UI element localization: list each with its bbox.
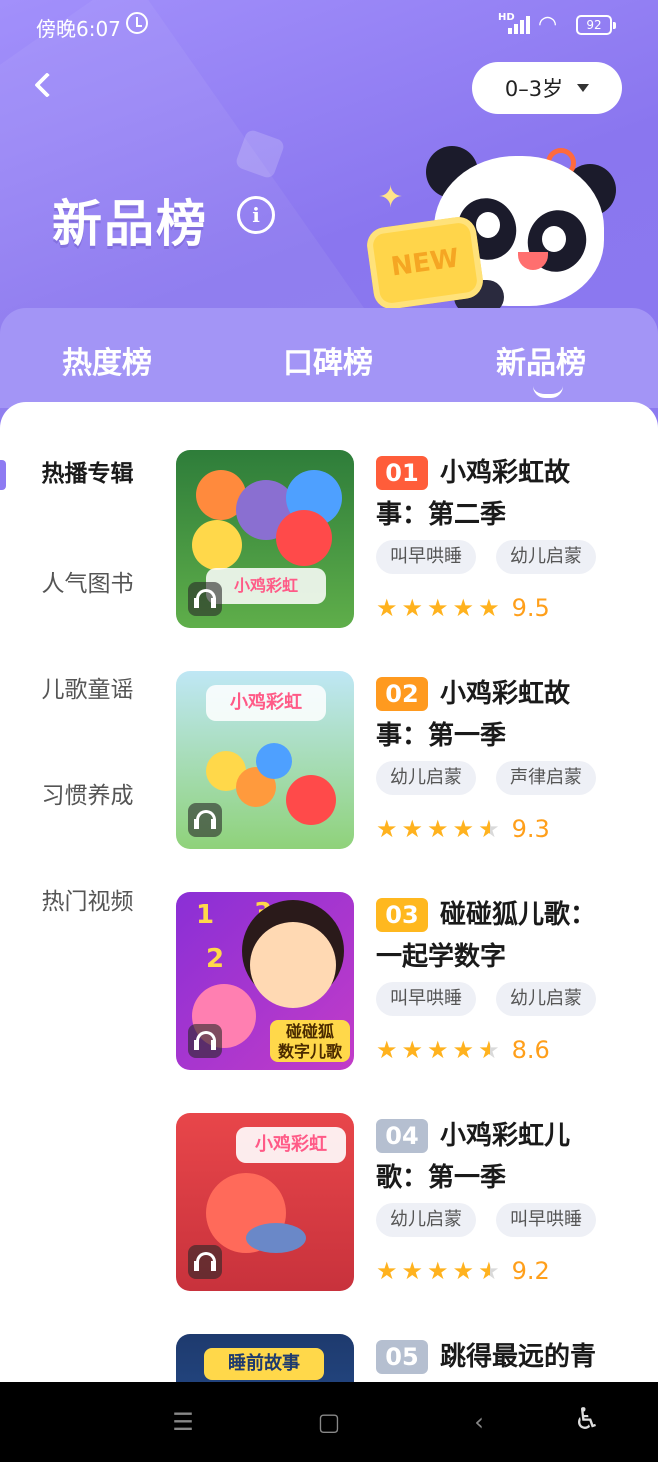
cover-logo: 小鸡彩虹 xyxy=(206,568,326,604)
star-icon: ★ xyxy=(452,1036,475,1064)
tab-active-indicator xyxy=(533,386,563,398)
half-star-icon: ★ xyxy=(478,815,500,843)
system-navigation-bar: ☰ ▢ ‹ ♿ xyxy=(0,1382,658,1462)
album-cover[interactable]: 小鸡彩虹 xyxy=(176,450,354,628)
nav-back-icon[interactable]: ‹ xyxy=(464,1408,494,1438)
tag[interactable]: 叫早哄睡 xyxy=(376,982,476,1016)
album-title[interactable]: 小鸡彩虹故事：第一季 xyxy=(376,673,616,757)
tag[interactable]: 幼儿启蒙 xyxy=(496,540,596,574)
headphone-icon xyxy=(188,1024,222,1058)
list-item[interactable]: 1 3 2 碰碰狐 数字儿歌 03 碰碰狐儿歌：一起学数字 叫早哄睡 幼儿启蒙 ★… xyxy=(176,892,646,1072)
half-star-icon: ★ xyxy=(478,1257,500,1285)
star-icon: ★ xyxy=(427,1036,449,1064)
tag[interactable]: 叫早哄睡 xyxy=(376,540,476,574)
album-title[interactable]: 小鸡彩虹故事：第二季 xyxy=(376,452,616,536)
tab-reputation[interactable]: 口碑榜 xyxy=(283,338,373,382)
accessibility-icon[interactable]: ♿ xyxy=(572,1402,602,1437)
content-panel: 热播专辑 人气图书 儿歌童谣 习惯养成 热门视频 小鸡彩虹 01 小鸡彩虹故事：… xyxy=(0,402,658,1462)
sparkle-icon: ✦ xyxy=(378,180,404,215)
cover-logo: 小鸡彩虹 xyxy=(206,685,326,721)
panda-eye xyxy=(476,212,500,238)
ranking-tabs: 热度榜 口碑榜 新品榜 xyxy=(0,308,658,408)
info-icon[interactable]: i xyxy=(237,196,275,234)
album-title[interactable]: 小鸡彩虹儿歌：第一季 xyxy=(376,1115,616,1199)
star-icon: ★ xyxy=(401,594,424,622)
sidebar-item-habits[interactable]: 习惯养成 xyxy=(0,776,175,810)
headphone-icon xyxy=(188,582,222,616)
star-icon: ★ xyxy=(376,815,398,843)
page-title: 新品榜 xyxy=(52,195,208,253)
star-icon: ★ xyxy=(427,815,449,843)
list-item[interactable]: 小鸡彩虹 02 小鸡彩虹故事：第一季 幼儿启蒙 声律启蒙 ★ ★ ★ ★ ★ 9… xyxy=(176,671,646,851)
back-icon xyxy=(34,72,60,98)
age-selector[interactable]: 0–3岁 xyxy=(472,62,622,114)
star-icon: ★ xyxy=(401,1257,424,1285)
tab-new[interactable]: 新品榜 xyxy=(496,338,586,382)
star-icon: ★ xyxy=(478,594,500,622)
star-icon: ★ xyxy=(452,815,475,843)
new-badge: NEW xyxy=(364,214,486,312)
cover-caption: 数字儿歌 xyxy=(277,1042,342,1061)
star-icon: ★ xyxy=(376,1036,398,1064)
star-icon: ★ xyxy=(427,594,449,622)
tag[interactable]: 幼儿启蒙 xyxy=(496,982,596,1016)
star-icon: ★ xyxy=(452,1257,475,1285)
number-decoration: 3 xyxy=(254,898,273,928)
album-cover[interactable]: 1 3 2 碰碰狐 数字儿歌 xyxy=(176,892,354,1070)
star-icon: ★ xyxy=(376,1257,398,1285)
tag[interactable]: 幼儿启蒙 xyxy=(376,1203,476,1237)
sidebar-item-nursery-rhymes[interactable]: 儿歌童谣 xyxy=(0,670,175,704)
status-time: 傍晚6:07 xyxy=(36,17,121,41)
tag[interactable]: 声律启蒙 xyxy=(496,761,596,795)
back-button[interactable] xyxy=(24,66,68,110)
rating-score: 9.5 xyxy=(511,594,550,622)
rating: ★ ★ ★ ★ ★ 9.3 xyxy=(376,815,550,843)
sidebar-item-popular-books[interactable]: 人气图书 xyxy=(0,564,175,598)
wifi-icon: ◠ xyxy=(538,12,558,37)
home-icon[interactable]: ▢ xyxy=(314,1408,344,1438)
headphone-icon xyxy=(188,1245,222,1279)
headphone-icon xyxy=(188,803,222,837)
cover-logo: 小鸡彩虹 xyxy=(236,1127,346,1163)
age-selector-label: 0–3岁 xyxy=(504,77,564,101)
rating: ★ ★ ★ ★ ★ 9.5 xyxy=(376,594,550,622)
star-icon: ★ xyxy=(376,594,398,622)
star-icon: ★ xyxy=(401,1036,424,1064)
menu-icon[interactable]: ☰ xyxy=(168,1408,198,1438)
battery-icon: 92 xyxy=(576,15,616,35)
rating-score: 8.6 xyxy=(511,1036,550,1064)
number-decoration: 1 xyxy=(196,900,215,930)
half-star-icon: ★ xyxy=(478,1036,500,1064)
star-icon: ★ xyxy=(452,594,475,622)
star-icon: ★ xyxy=(401,815,424,843)
album-cover[interactable]: 小鸡彩虹 xyxy=(176,1113,354,1291)
sidebar-item-hot-albums[interactable]: 热播专辑 xyxy=(0,454,175,490)
panda-mascot: ✦ NEW xyxy=(364,140,628,314)
signal-icon xyxy=(508,14,532,34)
album-cover[interactable]: 小鸡彩虹 xyxy=(176,671,354,849)
rating-score: 9.2 xyxy=(511,1257,550,1285)
status-bar: 傍晚6:07 HD ◠ 92 xyxy=(0,0,658,52)
tab-hot[interactable]: 热度榜 xyxy=(62,338,152,382)
rating: ★ ★ ★ ★ ★ 8.6 xyxy=(376,1036,550,1064)
number-decoration: 2 xyxy=(206,944,225,974)
panda-eye xyxy=(542,226,566,252)
tag[interactable]: 幼儿启蒙 xyxy=(376,761,476,795)
rating: ★ ★ ★ ★ ★ 9.2 xyxy=(376,1257,550,1285)
caret-down-icon xyxy=(577,84,590,92)
list-item[interactable]: 小鸡彩虹 01 小鸡彩虹故事：第二季 叫早哄睡 幼儿启蒙 ★ ★ ★ ★ ★ 9… xyxy=(176,450,646,630)
album-title[interactable]: 碰碰狐儿歌：一起学数字 xyxy=(376,894,616,978)
tag[interactable]: 叫早哄睡 xyxy=(496,1203,596,1237)
list-item[interactable]: 小鸡彩虹 04 小鸡彩虹儿歌：第一季 幼儿启蒙 叫早哄睡 ★ ★ ★ ★ ★ 9… xyxy=(176,1113,646,1293)
cover-logo-text: 碰碰狐 xyxy=(285,1022,334,1041)
alarm-icon xyxy=(126,12,148,34)
star-icon: ★ xyxy=(427,1257,449,1285)
rating-score: 9.3 xyxy=(511,815,550,843)
sidebar-item-hot-videos[interactable]: 热门视频 xyxy=(0,882,175,916)
cover-logo: 睡前故事 xyxy=(204,1348,324,1380)
cover-logo: 碰碰狐 数字儿歌 xyxy=(270,1020,350,1062)
album-title[interactable]: 跳得最远的青 xyxy=(376,1336,616,1378)
